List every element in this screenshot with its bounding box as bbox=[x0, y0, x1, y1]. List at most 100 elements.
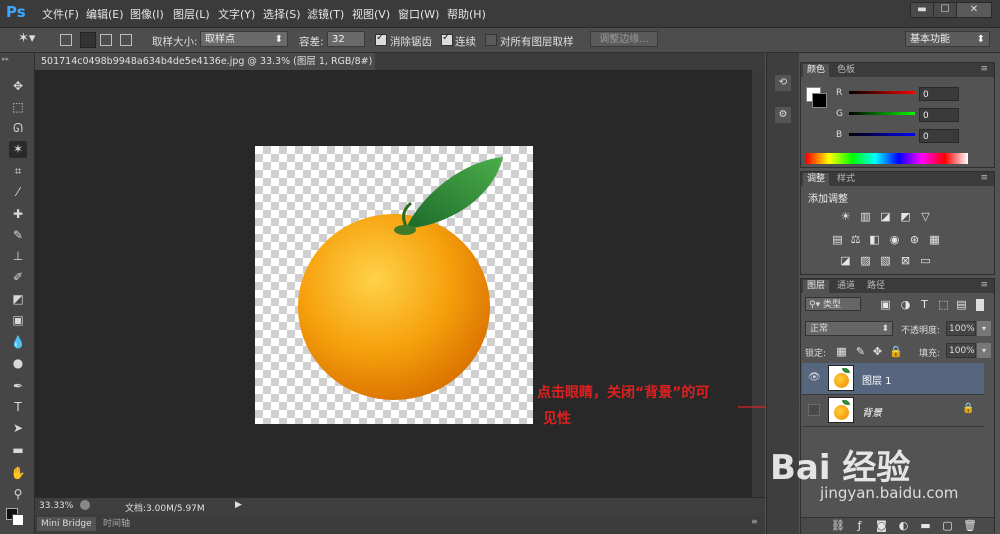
tolerance-input[interactable]: 32 bbox=[327, 31, 365, 47]
eyedropper-tool-icon[interactable]: ⁄ bbox=[9, 184, 27, 201]
filter-shape-icon[interactable]: ⬚ bbox=[937, 298, 950, 311]
lasso-tool-icon[interactable]: ᘏ bbox=[9, 120, 27, 137]
tab-styles[interactable]: 样式 bbox=[833, 173, 859, 186]
brush-tool-icon[interactable]: ✎ bbox=[9, 227, 27, 244]
photo-filter-icon[interactable]: ◉ bbox=[888, 233, 901, 246]
menu-file[interactable]: 文件(F) bbox=[42, 6, 79, 22]
b-value[interactable]: 0 bbox=[919, 129, 959, 143]
filter-smart-object-icon[interactable]: ▤ bbox=[955, 298, 968, 311]
filter-adjustment-icon[interactable]: ◑ bbox=[899, 298, 912, 311]
layer-name[interactable]: 图层 1 bbox=[862, 372, 892, 387]
menu-filter[interactable]: 滤镜(T) bbox=[307, 6, 344, 22]
contiguous-checkbox[interactable] bbox=[441, 32, 453, 46]
blend-mode-select[interactable]: 正常 ⬍ bbox=[805, 321, 893, 336]
new-adjustment-icon[interactable]: ◐ bbox=[897, 519, 910, 532]
lock-pixels-icon[interactable]: ✎ bbox=[854, 345, 867, 358]
r-value[interactable]: 0 bbox=[919, 87, 959, 101]
minimize-button[interactable]: ▬ bbox=[910, 2, 934, 18]
blur-tool-icon[interactable]: 💧 bbox=[9, 334, 27, 351]
status-arrow-icon[interactable]: ▶ bbox=[235, 500, 242, 510]
panel-menu-icon[interactable]: ≡ bbox=[976, 63, 992, 76]
status-info-icon[interactable] bbox=[80, 500, 90, 510]
posterize-icon[interactable]: ▨ bbox=[859, 254, 872, 267]
vibrance-icon[interactable]: ▽ bbox=[919, 210, 932, 223]
history-icon[interactable]: ⟲ bbox=[775, 75, 791, 91]
lock-position-icon[interactable]: ✥ bbox=[871, 345, 884, 358]
g-value[interactable]: 0 bbox=[919, 108, 959, 122]
panel-menu-icon[interactable]: ≡ bbox=[751, 517, 758, 526]
collapse-icon[interactable]: ▸▸ bbox=[2, 55, 32, 63]
eraser-tool-icon[interactable]: ◩ bbox=[9, 291, 27, 308]
filter-toggle[interactable] bbox=[976, 299, 984, 311]
type-tool-icon[interactable]: T bbox=[9, 399, 27, 416]
chevron-down-icon[interactable]: ▾ bbox=[977, 321, 991, 336]
tab-channels[interactable]: 通道 bbox=[833, 280, 859, 293]
new-selection-icon[interactable] bbox=[60, 34, 72, 46]
g-slider[interactable] bbox=[849, 112, 915, 115]
tab-layers[interactable]: 图层 bbox=[803, 280, 830, 293]
color-spectrum[interactable] bbox=[806, 153, 968, 164]
r-slider[interactable] bbox=[849, 91, 915, 94]
chevron-down-icon[interactable]: ▾ bbox=[977, 343, 991, 358]
brightness-icon[interactable]: ☀ bbox=[839, 210, 852, 223]
color-lookup-icon[interactable]: ▦ bbox=[928, 233, 941, 246]
threshold-icon[interactable]: ▧ bbox=[879, 254, 892, 267]
marquee-tool-icon[interactable]: ⬚ bbox=[9, 99, 27, 116]
history-brush-tool-icon[interactable]: ✐ bbox=[9, 269, 27, 286]
delete-layer-icon[interactable]: 🗑 bbox=[963, 519, 977, 532]
visibility-eye-icon[interactable]: 👁 bbox=[808, 372, 821, 383]
crop-tool-icon[interactable]: ⌗ bbox=[9, 163, 27, 180]
properties-icon[interactable]: ⚙ bbox=[775, 107, 791, 123]
tab-paths[interactable]: 路径 bbox=[863, 280, 889, 293]
layer-name[interactable]: 背景 bbox=[862, 404, 882, 419]
menu-help[interactable]: 帮助(H) bbox=[447, 6, 486, 22]
lock-all-icon[interactable]: 🔒 bbox=[889, 345, 903, 358]
b-slider[interactable] bbox=[849, 133, 915, 136]
healing-brush-tool-icon[interactable]: ✚ bbox=[9, 206, 27, 223]
levels-icon[interactable]: ▥ bbox=[859, 210, 872, 223]
add-selection-icon[interactable] bbox=[80, 32, 96, 48]
add-mask-icon[interactable]: ◙ bbox=[875, 519, 888, 532]
rectangle-tool-icon[interactable]: ▬ bbox=[9, 442, 27, 459]
menu-type[interactable]: 文字(Y) bbox=[218, 6, 255, 22]
all-layers-checkbox[interactable] bbox=[485, 34, 497, 46]
layer-row-layer1[interactable]: 👁 图层 1 bbox=[802, 363, 984, 395]
subtract-selection-icon[interactable] bbox=[100, 34, 112, 46]
magic-wand-tool-preset-icon[interactable]: ✶▾ bbox=[18, 31, 35, 46]
invert-icon[interactable]: ◪ bbox=[839, 254, 852, 267]
filter-pixel-icon[interactable]: ▣ bbox=[879, 298, 892, 311]
new-group-icon[interactable]: ▬ bbox=[919, 519, 932, 532]
background-color-swatch[interactable] bbox=[12, 514, 24, 526]
channel-mixer-icon[interactable]: ⊛ bbox=[908, 233, 921, 246]
color-balance-icon[interactable]: ⚖ bbox=[849, 233, 862, 246]
tab-adjustments[interactable]: 调整 bbox=[803, 173, 830, 186]
close-window-button[interactable]: ✕ bbox=[956, 2, 992, 18]
layer-style-icon[interactable]: ƒ bbox=[853, 519, 866, 532]
menu-view[interactable]: 视图(V) bbox=[352, 6, 390, 22]
magic-wand-tool-icon[interactable]: ✶ bbox=[9, 141, 27, 158]
tab-color[interactable]: 颜色 bbox=[803, 64, 830, 77]
hue-saturation-icon[interactable]: ▤ bbox=[831, 233, 844, 246]
path-selection-tool-icon[interactable]: ➤ bbox=[9, 420, 27, 437]
menu-window[interactable]: 窗口(W) bbox=[398, 6, 439, 22]
gradient-map-icon[interactable]: ▭ bbox=[919, 254, 932, 267]
background-swatch[interactable] bbox=[812, 93, 827, 108]
tab-mini-bridge[interactable]: Mini Bridge bbox=[37, 517, 96, 531]
gradient-tool-icon[interactable]: ▣ bbox=[9, 312, 27, 329]
dodge-tool-icon[interactable]: ● bbox=[9, 355, 27, 372]
sample-size-select[interactable]: 取样点 ⬍ bbox=[200, 31, 288, 47]
antialias-checkbox[interactable] bbox=[375, 32, 387, 46]
tab-swatches[interactable]: 色板 bbox=[833, 64, 859, 77]
zoom-level[interactable]: 33.33% bbox=[39, 501, 73, 511]
exposure-icon[interactable]: ◩ bbox=[899, 210, 912, 223]
filter-type-icon[interactable]: T bbox=[918, 298, 931, 311]
workspace-select[interactable]: 基本功能 ⬍ bbox=[905, 31, 990, 47]
visibility-toggle-empty[interactable] bbox=[808, 404, 820, 416]
link-layers-icon[interactable]: ⛓ bbox=[831, 519, 845, 532]
black-white-icon[interactable]: ◧ bbox=[868, 233, 881, 246]
menu-select[interactable]: 选择(S) bbox=[263, 6, 301, 22]
layer-row-background[interactable]: 背景 🔒 bbox=[802, 395, 984, 427]
clone-stamp-tool-icon[interactable]: ⊥ bbox=[9, 248, 27, 265]
selective-color-icon[interactable]: ⊠ bbox=[899, 254, 912, 267]
panel-menu-icon[interactable]: ≡ bbox=[976, 172, 992, 185]
